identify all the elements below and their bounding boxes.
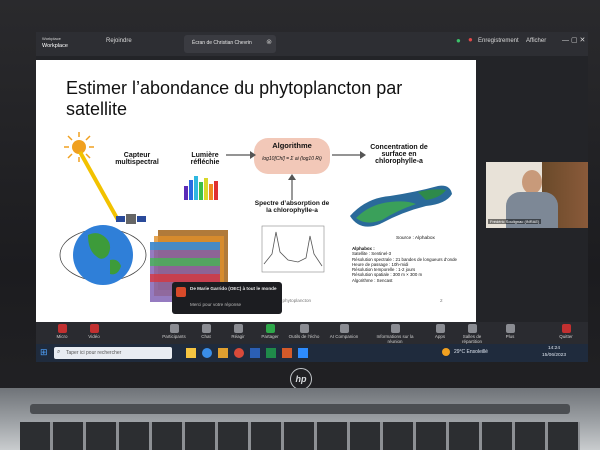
app-line-1: Workplace <box>42 36 61 41</box>
chat-icon <box>201 324 211 333</box>
slide-page-number: 2 <box>440 298 443 303</box>
recording-label[interactable]: Enregistrement <box>478 38 519 44</box>
close-icon[interactable]: ⊗ <box>266 38 272 46</box>
tab-label: Écran de Christian Chevrin <box>192 40 252 46</box>
share-icon <box>265 324 275 333</box>
powerpoint-icon[interactable] <box>282 348 292 358</box>
store-icon[interactable] <box>218 348 228 358</box>
zoom-icon[interactable] <box>298 348 308 358</box>
laptop-screen: Workplace Workplace Rejoindre Écran de C… <box>36 32 588 362</box>
tools-label: Outils de l’écho <box>288 334 320 339</box>
details-item: Algorithme : Sencast <box>352 277 393 283</box>
chat-sender: De Marie Garrido (OEC) à tout le monde <box>190 286 277 291</box>
ai-label: AI Companion <box>329 334 359 339</box>
info-label: Informations sur la réunion <box>376 334 414 344</box>
chrome-icon[interactable] <box>234 348 244 358</box>
meeting-toolbar: Micro Vidéo Participants Chat Réagir Par… <box>36 322 588 344</box>
camera-off-icon <box>89 324 99 333</box>
spectrum-bars <box>184 176 218 200</box>
mic-button[interactable]: Micro <box>44 324 80 339</box>
clock-time[interactable]: 14:24 <box>548 346 560 351</box>
clock-date[interactable]: 15/06/2023 <box>542 353 566 358</box>
algorithm-label: Algorithme <box>272 141 312 150</box>
tools-button[interactable]: Outils de l’écho <box>286 324 322 339</box>
breakout-label: Salles de répartition <box>461 334 482 344</box>
weather-text[interactable]: 29°C Ensoleillé <box>454 349 488 355</box>
apps-icon <box>435 324 445 333</box>
apps-button[interactable]: Apps <box>422 324 458 339</box>
heart-icon <box>233 324 243 333</box>
video-label: Vidéo <box>88 334 100 339</box>
algorithm-formula: log10[Chl] = Σ ai (log10 Ri) <box>262 156 322 162</box>
excel-icon[interactable] <box>266 348 276 358</box>
leave-button[interactable]: Quitter <box>548 324 584 339</box>
mic-label: Micro <box>56 334 68 339</box>
concentration-label: Concentration de surface en chlorophylle… <box>370 144 428 165</box>
video-caption: Frédéric Soulignac (INRAE) <box>488 219 542 224</box>
edge-icon[interactable] <box>202 348 212 358</box>
top-bar: Workplace Workplace Rejoindre Écran de C… <box>36 32 588 56</box>
participants-label: Participants <box>162 334 186 339</box>
arrow-from-spectrum <box>288 174 296 200</box>
app-name: Workplace <box>42 43 68 49</box>
view-button[interactable]: Afficher <box>526 38 546 44</box>
more-icon <box>505 324 515 333</box>
windows-start-icon[interactable]: ⊞ <box>40 347 48 358</box>
windows-taskbar: ⊞ ⌕ Taper ici pour rechercher 29°C Ensol… <box>36 344 588 362</box>
mic-muted-icon <box>57 324 67 333</box>
shield-icon: ● <box>456 36 461 45</box>
weather-icon <box>442 348 450 356</box>
share-label: Partager <box>261 334 279 339</box>
shield-icon <box>299 324 309 333</box>
screen-share-tab[interactable]: Écran de Christian Chevrin ⊗ <box>184 35 276 53</box>
search-icon: ⌕ <box>57 349 61 355</box>
taskbar-search[interactable]: ⌕ Taper ici pour rechercher <box>54 347 172 359</box>
more-label: Plus <box>505 334 515 339</box>
window-controls-icon[interactable]: — ▢ ✕ <box>562 36 585 44</box>
record-icon: ● <box>468 35 473 44</box>
info-icon <box>390 324 400 333</box>
people-icon <box>169 324 179 333</box>
absorption-spectrum-plot <box>261 225 325 273</box>
sensor-label: Capteur multispectral <box>115 152 159 166</box>
react-label: Réagir <box>231 334 245 339</box>
satellite-icon <box>116 214 146 224</box>
laptop-keyboard <box>20 422 580 450</box>
source-label: Source : Alphabox <box>396 236 435 241</box>
hp-logo: hp <box>290 368 312 390</box>
sparkle-icon <box>339 324 349 333</box>
breakout-button[interactable]: Salles de répartition <box>454 324 490 344</box>
meeting-info-button[interactable]: Informations sur la réunion <box>372 324 418 344</box>
chat-message: Merci pour votre réponse <box>190 302 242 307</box>
chat-notification[interactable]: De Marie Garrido (OEC) à tout le monde M… <box>172 282 282 314</box>
leave-label: Quitter <box>559 334 573 339</box>
lake-chlorophyll-map <box>350 185 452 227</box>
word-icon[interactable] <box>250 348 260 358</box>
video-button[interactable]: Vidéo <box>76 324 112 339</box>
spectrum-label: Spectre d’absorption de la chlorophylle-… <box>254 200 330 214</box>
algorithm-box: Algorithme log10[Chl] = Σ ai (log10 Ri) <box>254 138 330 174</box>
participant-video[interactable]: Frédéric Soulignac (INRAE) <box>486 162 588 228</box>
slide-title: Estimer l’abondance du phytoplancton par… <box>66 78 403 119</box>
participant-head <box>522 170 542 194</box>
avatar <box>176 287 186 297</box>
arrow-to-concentration <box>332 151 366 159</box>
participants-button[interactable]: Participants <box>156 324 192 339</box>
light-label: Lumière réfléchie <box>190 152 220 166</box>
ai-companion-button[interactable]: AI Companion <box>326 324 362 339</box>
chat-label: Chat <box>201 334 211 339</box>
more-button[interactable]: Plus <box>492 324 528 339</box>
arrow-to-algorithm <box>226 151 256 159</box>
search-placeholder: Taper ici pour rechercher <box>66 350 122 356</box>
chat-button[interactable]: Chat <box>188 324 224 339</box>
file-explorer-icon[interactable] <box>186 348 196 358</box>
react-button[interactable]: Réagir <box>220 324 256 339</box>
leave-icon <box>561 324 571 333</box>
apps-label: Apps <box>434 334 446 339</box>
details-list: Alphabox : Satellite : Sentinel-3 Résolu… <box>352 246 462 283</box>
share-button[interactable]: Partager <box>252 324 288 339</box>
breakout-icon <box>467 324 477 333</box>
join-label[interactable]: Rejoindre <box>106 38 132 44</box>
laptop-hinge <box>30 404 570 414</box>
